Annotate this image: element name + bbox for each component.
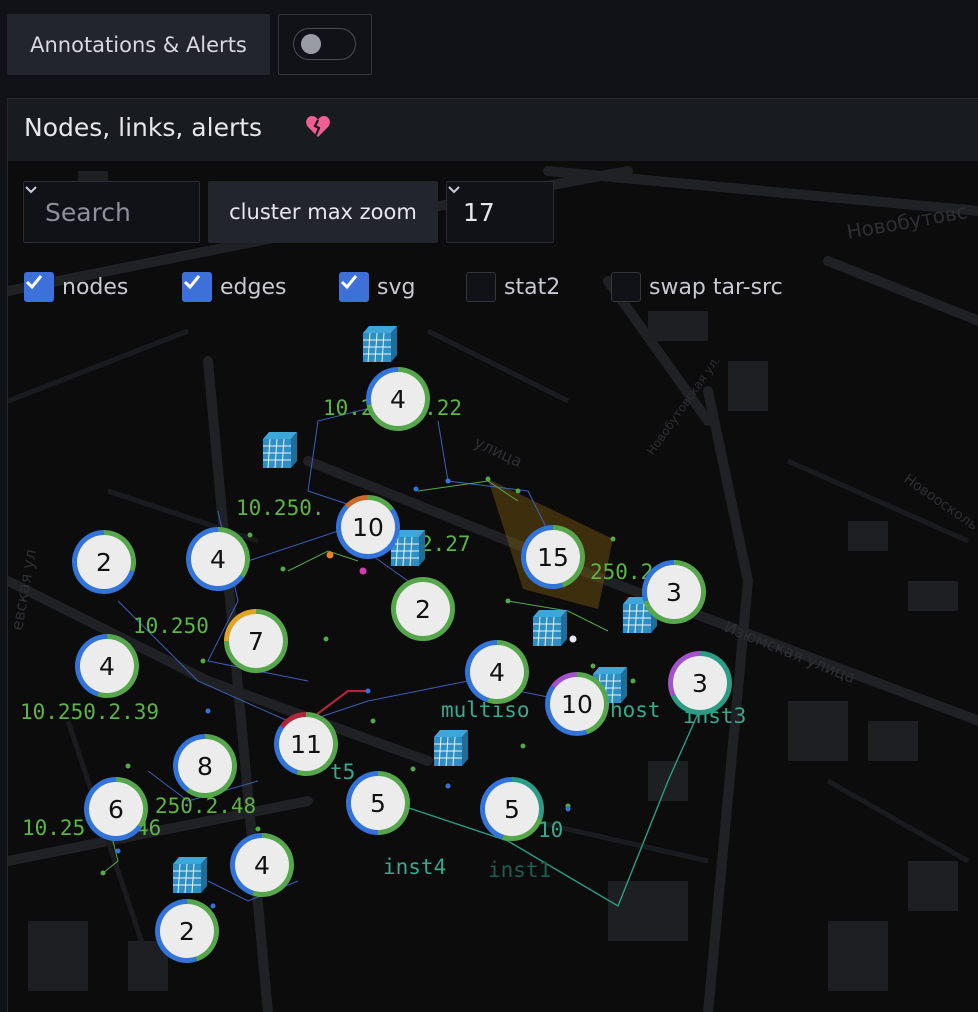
cluster-count: 2	[179, 917, 195, 946]
checkbox[interactable]	[339, 272, 369, 302]
search-dropdown[interactable]: Search	[23, 181, 200, 243]
toggle-svg[interactable]: svg	[339, 272, 415, 302]
server-icon	[533, 610, 567, 647]
checkbox[interactable]	[466, 272, 496, 302]
node-label: 10.25	[22, 816, 85, 840]
cluster-zoom-value: 17	[463, 197, 495, 227]
panel-title[interactable]: Nodes, links, alerts	[24, 113, 262, 142]
cluster-marker[interactable]: 5	[479, 777, 544, 841]
cluster-marker[interactable]: 2	[155, 899, 220, 963]
cluster-marker[interactable]: 8	[172, 734, 237, 798]
toggle-stat2[interactable]: stat2	[466, 272, 560, 302]
cluster-zoom-select[interactable]: 17	[446, 181, 554, 243]
cluster-marker[interactable]: 4	[74, 634, 139, 698]
toggle-swap-tar-src[interactable]: swap tar-src	[611, 272, 783, 302]
cluster-marker[interactable]: 10	[544, 672, 610, 737]
broken-heart-icon[interactable]	[305, 114, 331, 140]
checkbox-label: svg	[377, 274, 416, 300]
cluster-marker[interactable]: 11	[273, 712, 338, 776]
street-label: Новоосколь	[901, 471, 978, 534]
node-label: 10	[538, 818, 563, 842]
cluster-count: 8	[197, 752, 213, 781]
cluster-count: 4	[99, 652, 115, 681]
cluster-count: 3	[666, 578, 682, 607]
geomap[interactable]: Новобутовс Новобутовская ул. улица Изюмс…	[8, 161, 978, 1012]
toggle-knob	[301, 34, 321, 54]
node-label: t5	[330, 760, 355, 784]
server-icon	[434, 730, 468, 767]
cluster-marker[interactable]: 2	[72, 530, 136, 594]
cluster-count: 5	[370, 789, 386, 818]
cluster-count: 10	[352, 513, 384, 542]
cluster-count: 4	[489, 658, 505, 687]
cluster-marker[interactable]: 4	[229, 833, 294, 897]
chevron-down-icon	[448, 186, 460, 194]
cluster-count: 10	[561, 690, 593, 719]
checkbox-label: stat2	[504, 274, 561, 300]
node-label: inst1	[488, 858, 551, 882]
top-toolbar: Annotations & Alerts	[0, 0, 978, 90]
checkbox[interactable]	[611, 272, 641, 302]
cluster-count: 4	[210, 545, 226, 574]
annotations-toggle-container	[278, 14, 372, 75]
cluster-marker[interactable]: 4	[186, 527, 250, 591]
cluster-marker[interactable]: 3	[668, 651, 732, 716]
cluster-marker[interactable]: 6	[84, 777, 149, 841]
annotations-alerts-label[interactable]: Annotations & Alerts	[7, 14, 270, 75]
node-label: 10.250	[133, 614, 209, 638]
node-label: 10.250.2.39	[20, 700, 159, 724]
cluster-count: 6	[108, 795, 124, 824]
cluster-count: 15	[537, 543, 569, 572]
cluster-marker[interactable]: 7	[224, 609, 288, 673]
cluster-marker[interactable]: 15	[521, 525, 585, 589]
cluster-marker[interactable]: 4	[464, 640, 529, 704]
cluster-marker[interactable]: 10	[336, 495, 400, 559]
cluster-count: 5	[504, 795, 520, 824]
cluster-count: 4	[254, 851, 270, 880]
search-placeholder: Search	[45, 197, 131, 227]
nodes-links-alerts-panel: Nodes, links, alerts Новобутовс Новобуто…	[7, 98, 978, 1012]
cluster-count: 4	[390, 385, 406, 414]
toggle-nodes[interactable]: nodes	[24, 272, 128, 302]
node-label: 250.2	[590, 560, 653, 584]
checkbox-label: swap tar-src	[649, 274, 783, 300]
cluster-count: 2	[96, 548, 112, 577]
cluster-max-zoom-label: cluster max zoom	[208, 181, 438, 243]
street-label: улица	[471, 432, 525, 471]
node-label: 10.250.	[236, 496, 325, 520]
server-icon	[263, 432, 297, 469]
cluster-count: 2	[415, 595, 431, 624]
checkbox-label: nodes	[62, 274, 129, 300]
server-icon	[173, 857, 207, 894]
cluster-count: 3	[692, 669, 708, 698]
node-label: 2.27	[420, 532, 471, 556]
cluster-marker[interactable]: 5	[346, 771, 410, 835]
cluster-marker[interactable]: 3	[641, 560, 706, 624]
server-icon	[363, 326, 397, 363]
cluster-marker[interactable]: 4	[366, 367, 430, 432]
checkbox[interactable]	[24, 272, 54, 302]
node-label: inst4	[383, 855, 446, 879]
cluster-count: 7	[248, 627, 264, 656]
annotations-toggle[interactable]	[293, 28, 356, 60]
checkbox-label: edges	[220, 274, 287, 300]
panel-header: Nodes, links, alerts	[8, 99, 978, 161]
checkbox[interactable]	[182, 272, 212, 302]
toggle-edges[interactable]: edges	[182, 272, 286, 302]
chevron-down-icon	[25, 186, 37, 194]
cluster-marker[interactable]: 2	[391, 577, 455, 641]
cluster-count: 11	[290, 730, 322, 759]
